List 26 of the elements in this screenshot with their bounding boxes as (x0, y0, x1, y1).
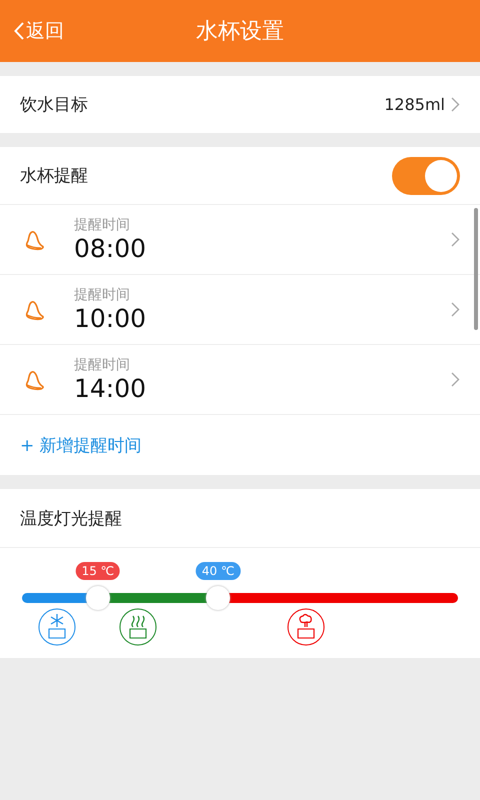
reminder-time: 14:00 (74, 374, 146, 403)
chevron-icon (451, 97, 460, 112)
snowflake-bowl-icon (38, 608, 76, 646)
time-caption: 提醒时间 (74, 286, 130, 304)
temperature-bubble: 40 ℃ (196, 562, 240, 580)
chevron-icon (451, 372, 460, 387)
chevron-icon (451, 232, 460, 247)
slider-thumb[interactable] (206, 586, 230, 610)
steam-bowl-icon (118, 608, 157, 646)
goal-label: 饮水目标 (20, 94, 89, 116)
temperature-title: 温度灯光提醒 (20, 508, 123, 530)
time-caption: 提醒时间 (74, 216, 130, 234)
reminder-label: 水杯提醒 (20, 165, 89, 187)
reminder-toggle[interactable] (392, 156, 460, 194)
reminder-time: 10:00 (74, 304, 146, 333)
temperature-bubble: 15 ℃ (76, 562, 120, 580)
goal-value: 1285ml (384, 95, 445, 114)
tree-bowl-icon (287, 608, 326, 646)
slider-thumb[interactable] (86, 586, 110, 610)
reminder-time: 08:00 (74, 234, 146, 263)
back-icon (14, 22, 24, 40)
chevron-icon (451, 302, 460, 317)
goal-row[interactable]: 饮水目标 1285ml (0, 76, 480, 133)
time-caption: 提醒时间 (74, 356, 130, 374)
page-title: 水杯设置 (196, 18, 284, 46)
add-reminder-link[interactable]: + 新增提醒时间 (20, 434, 142, 456)
